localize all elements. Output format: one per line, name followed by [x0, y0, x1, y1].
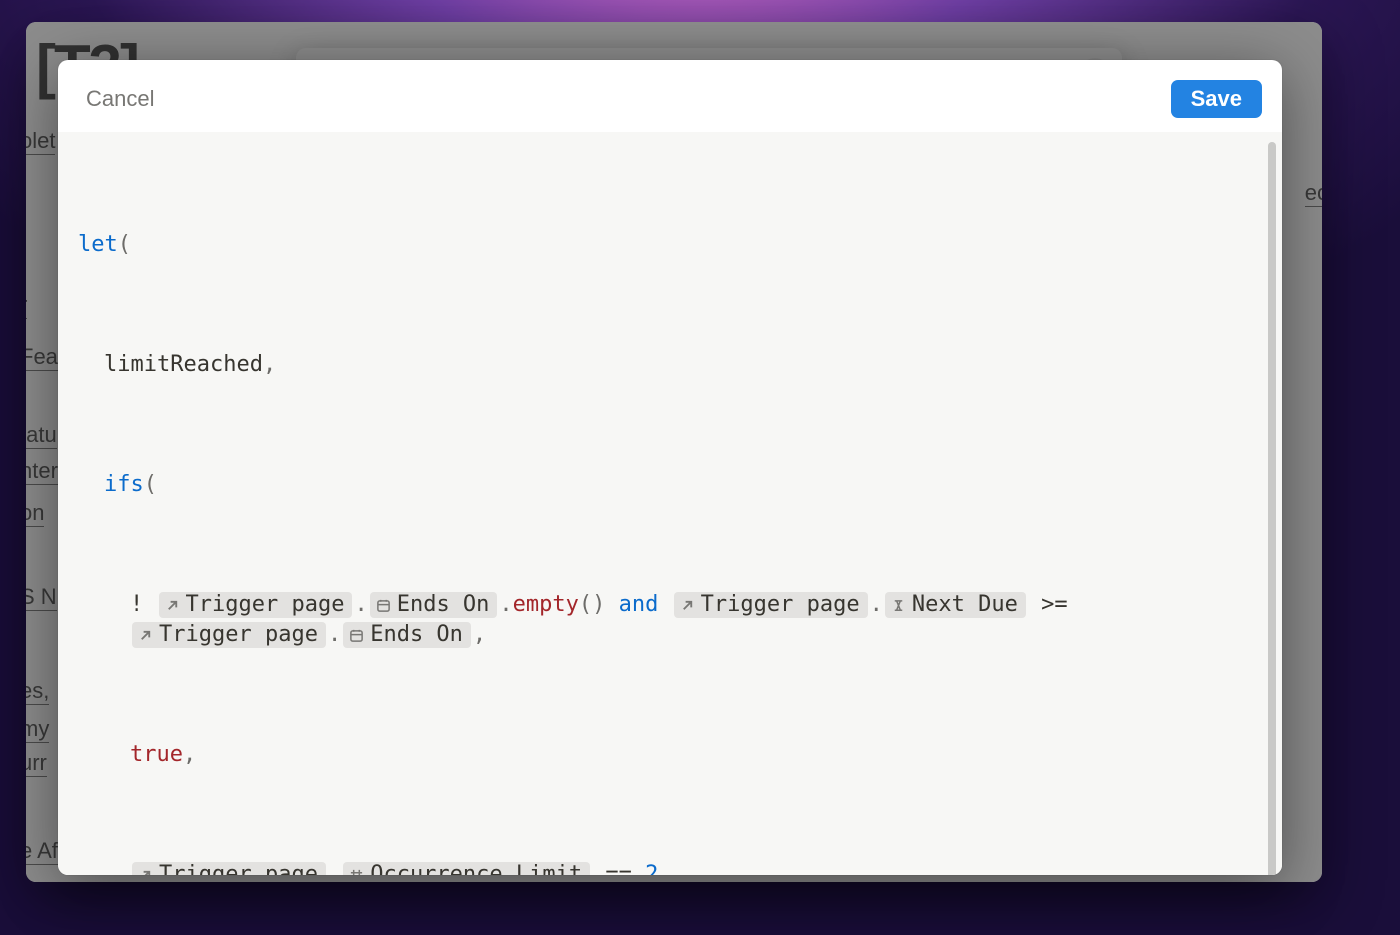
keyword-let: let [78, 232, 118, 257]
arrow-up-right-icon [138, 628, 153, 643]
calendar-icon [349, 628, 364, 643]
calendar-icon [376, 598, 391, 613]
chip-ends-on[interactable]: Ends On [370, 592, 498, 618]
op-ge: >= [1041, 592, 1068, 617]
bg-text: nter [26, 458, 58, 485]
bg-text: tatu [26, 422, 57, 449]
method-empty: empty [513, 592, 579, 617]
arrow-up-right-icon [680, 598, 695, 613]
chip-trigger-page[interactable]: Trigger page [132, 622, 326, 648]
scrollbar[interactable] [1268, 142, 1276, 875]
bg-text: olet [26, 128, 55, 155]
number-icon [349, 868, 364, 876]
keyword-and: and [619, 592, 659, 617]
bool-true: true [130, 742, 183, 767]
formula-code[interactable]: let( limitReached, ifs( ! Trigger page.E… [78, 140, 1262, 875]
formula-icon [891, 598, 906, 613]
arrow-up-right-icon [165, 598, 180, 613]
bg-text: ec [1305, 180, 1322, 207]
arrow-up-right-icon [138, 868, 153, 876]
chip-trigger-page[interactable]: Trigger page [159, 592, 353, 618]
bg-text: r [26, 292, 27, 319]
bg-text: on [26, 500, 44, 527]
cancel-button[interactable]: Cancel [86, 86, 154, 112]
bg-text: my [26, 716, 49, 743]
chip-occurrence-limit[interactable]: Occurrence Limit [343, 862, 590, 875]
chip-next-due[interactable]: Next Due [885, 592, 1026, 618]
bg-text: e Af [26, 838, 58, 865]
formula-modal: Cancel Save let( limitReached, ifs( ! Tr… [58, 60, 1282, 875]
bg-text: S N [26, 584, 57, 611]
save-button[interactable]: Save [1171, 80, 1262, 118]
op-eq: == [605, 862, 632, 875]
bg-text: urr [26, 750, 47, 777]
modal-header: Cancel Save [58, 60, 1282, 132]
number-literal: 2 [645, 862, 658, 875]
chip-ends-on[interactable]: Ends On [343, 622, 471, 648]
bg-text: es, [26, 678, 49, 705]
formula-editor[interactable]: let( limitReached, ifs( ! Trigger page.E… [58, 132, 1282, 875]
chip-trigger-page[interactable]: Trigger page [674, 592, 868, 618]
chip-trigger-page[interactable]: Trigger page [132, 862, 326, 875]
identifier: limitReached [104, 352, 263, 377]
keyword-ifs: ifs [104, 472, 144, 497]
